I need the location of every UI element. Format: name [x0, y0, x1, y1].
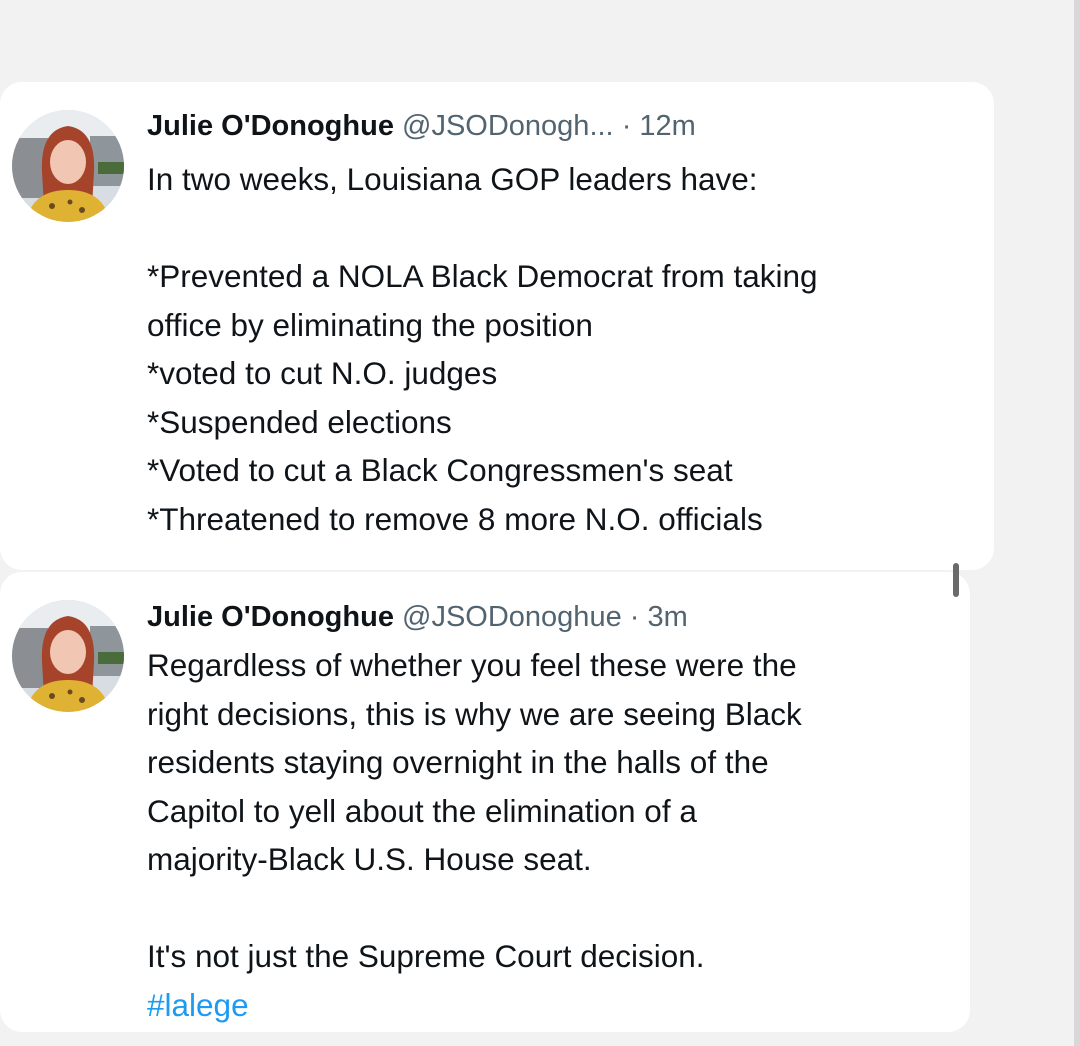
tweet-line: Capitol to yell about the elimination of…	[147, 792, 697, 829]
tweet-line: majority-Black U.S. House seat.	[147, 841, 592, 877]
avatar[interactable]	[12, 600, 124, 712]
tweet-timestamp[interactable]: 3m	[648, 601, 688, 633]
tweet-line: *Voted to cut a Black Congressmen's seat	[147, 452, 733, 488]
tweet-line: *Suspended elections	[147, 403, 452, 440]
author-handle[interactable]: @JSODonoghue	[402, 601, 622, 633]
tweet-line: In two weeks, Louisiana GOP leaders have…	[147, 161, 758, 197]
page-edge-divider	[1074, 0, 1080, 1046]
avatar-photo-icon	[12, 110, 124, 222]
author-handle[interactable]: @JSODonogh...	[402, 110, 614, 142]
scroll-indicator[interactable]	[953, 563, 959, 597]
tweet-line: *voted to cut N.O. judges	[147, 355, 498, 391]
tweet-timestamp[interactable]: 12m	[639, 110, 695, 142]
tweet-line: office by eliminating the position	[147, 306, 593, 343]
tweet-line: right decisions, this is why we are seei…	[147, 695, 802, 732]
tweet-line: Regardless of whether you feel these wer…	[147, 647, 797, 683]
tweet-header-1: Julie O'Donoghue @JSODonogh... · 12m	[147, 109, 696, 143]
meta-separator: ·	[629, 601, 640, 633]
tweet-text-1: In two weeks, Louisiana GOP leaders have…	[147, 155, 818, 543]
tweet-line	[147, 884, 802, 933]
author-name[interactable]: Julie O'Donoghue	[147, 601, 394, 633]
tweet-text-2: Regardless of whether you feel these wer…	[147, 641, 802, 1029]
tweet-line: It's not just the Supreme Court decision…	[147, 938, 705, 974]
tweet-line: *Threatened to remove 8 more N.O. offici…	[147, 500, 763, 537]
avatar-photo-icon	[12, 600, 124, 712]
avatar[interactable]	[12, 110, 124, 222]
author-name[interactable]: Julie O'Donoghue	[147, 110, 394, 142]
hashtag-link[interactable]: #lalege	[147, 981, 802, 1030]
screenshot-root: { "tweets": [ { "author_name": "Julie O'…	[0, 0, 1080, 1046]
tweet-header-2: Julie O'Donoghue @JSODonoghue · 3m	[147, 600, 688, 634]
tweet-line: *Prevented a NOLA Black Democrat from ta…	[147, 258, 818, 294]
tweet-line: residents staying overnight in the halls…	[147, 744, 769, 780]
tweet-line	[147, 204, 818, 253]
meta-separator: ·	[621, 110, 632, 142]
